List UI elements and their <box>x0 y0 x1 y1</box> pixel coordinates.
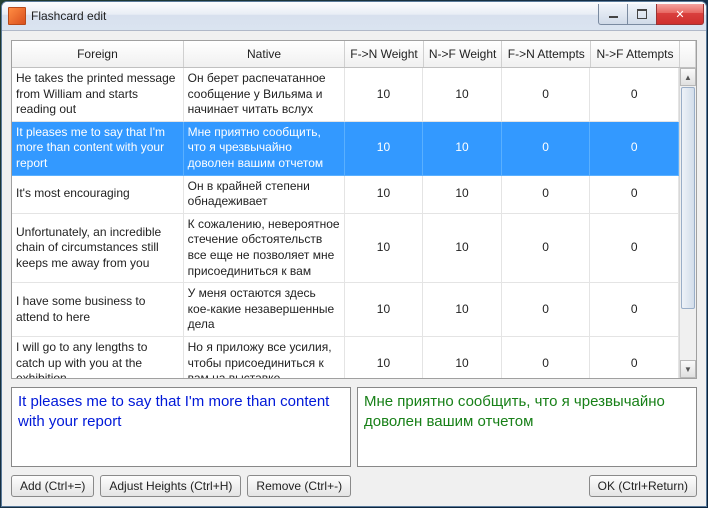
grid-header-table: Foreign Native F->N Weight N->F Weight F… <box>12 41 696 68</box>
ok-button[interactable]: OK (Ctrl+Return) <box>589 475 697 497</box>
cell-nf-weight[interactable]: 10 <box>423 121 502 175</box>
foreign-text-editor[interactable]: It pleases me to say that I'm more than … <box>11 387 351 467</box>
cell-nf-attempts[interactable]: 0 <box>590 336 679 378</box>
cell-native[interactable]: К сожалению, невероятное стечение обстоя… <box>183 213 344 282</box>
cell-foreign[interactable]: Unfortunately, an incredible chain of ci… <box>12 213 183 282</box>
cell-foreign[interactable]: I will go to any lengths to catch up wit… <box>12 336 183 378</box>
remove-button[interactable]: Remove (Ctrl+-) <box>247 475 351 497</box>
cell-nf-weight[interactable]: 10 <box>423 68 502 121</box>
table-row[interactable]: It's most encouragingОн в крайней степен… <box>12 175 679 213</box>
window-title: Flashcard edit <box>31 9 599 23</box>
cell-fn-attempts[interactable]: 0 <box>501 213 590 282</box>
col-header-nf-attempts[interactable]: N->F Attempts <box>591 41 680 68</box>
close-button[interactable]: ✕ <box>656 4 704 25</box>
cell-foreign[interactable]: I have some business to attend to here <box>12 283 183 337</box>
adjust-heights-button[interactable]: Adjust Heights (Ctrl+H) <box>100 475 241 497</box>
native-text-editor[interactable]: Мне приятно сообщить, что я чрезвычайно … <box>357 387 697 467</box>
grid-body[interactable]: He takes the printed message from Willia… <box>12 68 679 378</box>
table-row[interactable]: Unfortunately, an incredible chain of ci… <box>12 213 679 282</box>
cell-fn-weight[interactable]: 10 <box>344 336 423 378</box>
col-header-native[interactable]: Native <box>183 41 344 68</box>
scroll-thumb[interactable] <box>681 87 695 309</box>
col-header-nf-weight[interactable]: N->F Weight <box>423 41 502 68</box>
app-icon <box>8 7 26 25</box>
flashcard-grid[interactable]: Foreign Native F->N Weight N->F Weight F… <box>11 40 697 379</box>
table-row[interactable]: I will go to any lengths to catch up wit… <box>12 336 679 378</box>
cell-fn-weight[interactable]: 10 <box>344 283 423 337</box>
scroll-down-button[interactable]: ▼ <box>680 360 696 378</box>
cell-nf-weight[interactable]: 10 <box>423 336 502 378</box>
cell-nf-weight[interactable]: 10 <box>423 213 502 282</box>
cell-fn-weight[interactable]: 10 <box>344 175 423 213</box>
cell-native[interactable]: Но я приложу все усилия, чтобы присоедин… <box>183 336 344 378</box>
client-area: Foreign Native F->N Weight N->F Weight F… <box>2 31 706 506</box>
col-header-fn-weight[interactable]: F->N Weight <box>345 41 424 68</box>
flashcard-edit-window: Flashcard edit ✕ Foreign Native <box>1 1 707 507</box>
cell-native[interactable]: Он в крайней степени обнадеживает <box>183 175 344 213</box>
scroll-gap <box>679 41 695 68</box>
button-row: Add (Ctrl+=) Adjust Heights (Ctrl+H) Rem… <box>11 475 697 497</box>
cell-foreign[interactable]: It's most encouraging <box>12 175 183 213</box>
cell-fn-weight[interactable]: 10 <box>344 213 423 282</box>
cell-native[interactable]: Он берет распечатанное сообщение у Вилья… <box>183 68 344 121</box>
minimize-button[interactable] <box>598 4 628 25</box>
window-controls: ✕ <box>599 4 704 24</box>
cell-fn-weight[interactable]: 10 <box>344 68 423 121</box>
minimize-icon <box>609 16 618 18</box>
cell-nf-attempts[interactable]: 0 <box>590 213 679 282</box>
cell-nf-weight[interactable]: 10 <box>423 175 502 213</box>
cell-fn-attempts[interactable]: 0 <box>501 336 590 378</box>
cell-native[interactable]: Мне приятно сообщить, что я чрезвычайно … <box>183 121 344 175</box>
cell-native[interactable]: У меня остаются здесь кое-какие незаверш… <box>183 283 344 337</box>
cell-nf-weight[interactable]: 10 <box>423 283 502 337</box>
col-header-foreign[interactable]: Foreign <box>12 41 183 68</box>
cell-nf-attempts[interactable]: 0 <box>590 283 679 337</box>
cell-fn-attempts[interactable]: 0 <box>501 283 590 337</box>
cell-fn-attempts[interactable]: 0 <box>501 175 590 213</box>
title-bar[interactable]: Flashcard edit ✕ <box>2 2 706 31</box>
cell-nf-attempts[interactable]: 0 <box>590 121 679 175</box>
scroll-up-button[interactable]: ▲ <box>680 68 696 86</box>
vertical-scrollbar[interactable]: ▲ ▼ <box>679 68 696 378</box>
col-header-fn-attempts[interactable]: F->N Attempts <box>502 41 591 68</box>
cell-nf-attempts[interactable]: 0 <box>590 68 679 121</box>
cell-foreign[interactable]: He takes the printed message from Willia… <box>12 68 183 121</box>
editor-row: It pleases me to say that I'm more than … <box>11 387 697 467</box>
maximize-icon <box>637 9 647 19</box>
close-icon: ✕ <box>675 8 684 21</box>
cell-fn-attempts[interactable]: 0 <box>501 68 590 121</box>
table-row[interactable]: He takes the printed message from Willia… <box>12 68 679 121</box>
table-row[interactable]: I have some business to attend to hereУ … <box>12 283 679 337</box>
cell-fn-attempts[interactable]: 0 <box>501 121 590 175</box>
add-button[interactable]: Add (Ctrl+=) <box>11 475 94 497</box>
cell-fn-weight[interactable]: 10 <box>344 121 423 175</box>
cell-foreign[interactable]: It pleases me to say that I'm more than … <box>12 121 183 175</box>
cell-nf-attempts[interactable]: 0 <box>590 175 679 213</box>
maximize-button[interactable] <box>627 4 657 25</box>
table-row[interactable]: It pleases me to say that I'm more than … <box>12 121 679 175</box>
